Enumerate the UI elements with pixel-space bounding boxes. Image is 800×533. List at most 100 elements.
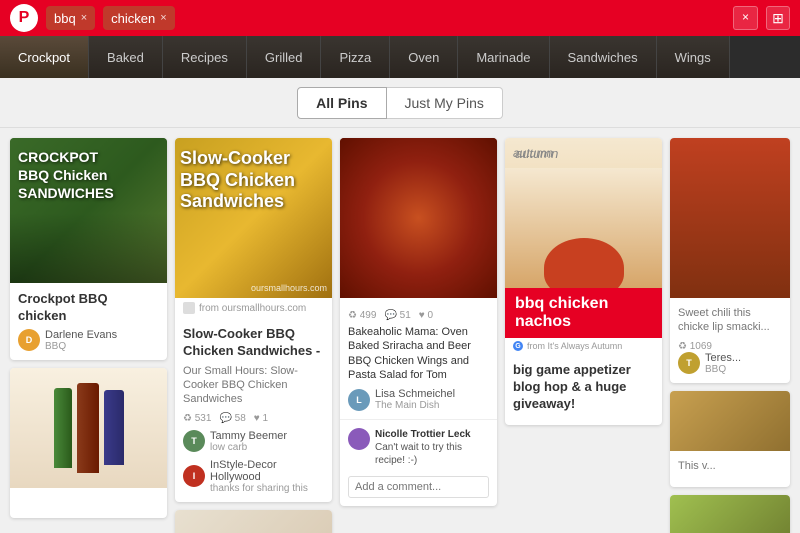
comment-input-wings[interactable] [348,476,489,498]
pin-info-autumn: big game appetizer blog hop & a huge giv… [505,354,662,425]
category-grilled[interactable]: Grilled [247,36,322,78]
avatar-lisa: L [348,389,370,411]
pin-image-slowcooker: Slow-CookerBBQ ChickenSandwiches [175,138,332,298]
pinterest-logo[interactable]: P [10,4,38,32]
avatar-teres: T [678,352,700,374]
pin-meta-wings: L Lisa Schmeichel The Main Dish [348,388,489,411]
pin-card-autumn-nachos[interactable]: autumn bbq chicken nachos G from It's Al… [505,138,662,425]
pin-column-3: ♻ 499 💬 51 ♥ 0 Bakeaholic Mama: Oven Bak… [340,138,497,523]
category-bar: Crockpot Baked Recipes Grilled Pizza Ove… [0,36,800,78]
remove-tag-chicken[interactable]: × [160,12,166,24]
category-marinade[interactable]: Marinade [458,36,549,78]
pin-meta-crockpot: D Darlene Evans BBQ [18,329,159,352]
pin-title-slowcooker: Slow-Cooker BBQ Chicken Sandwiches - [183,326,324,360]
category-baked[interactable]: Baked [89,36,163,78]
like-stat: ♥ 1 [254,413,268,424]
pin-image-autumn: autumn [505,138,662,288]
pin-image-crockpot: CROCKPOTBBQ ChickenSANDWICHES high heels… [10,138,167,283]
category-pizza[interactable]: Pizza [321,36,390,78]
close-search-button[interactable]: × [733,6,758,30]
pin-card-sweet-chili[interactable]: Sweet chili this chicke lip smacki... ♻ … [670,138,790,383]
slowcooker-overlay-text: Slow-CookerBBQ ChickenSandwiches [180,148,327,213]
pin-image-team [670,391,790,451]
nachos-label-overlay: bbq chicken nachos [505,288,662,338]
pin-image-sweet-chili [670,138,790,298]
pin-desc-slowcooker: Our Small Hours: Slow-Cooker BBQ Chicken… [183,364,324,407]
pin-card-slowcooker[interactable]: Slow-CookerBBQ ChickenSandwiches from ou… [175,138,332,502]
like-stat-wings: ♥ 0 [419,310,433,321]
pin-column-2: Slow-CookerBBQ ChickenSandwiches from ou… [175,138,332,523]
grid-icon: ⊞ [772,10,784,27]
pin-grid: CROCKPOTBBQ ChickenSANDWICHES high heels… [0,128,800,533]
category-wings[interactable]: Wings [657,36,730,78]
pin-user-darlene: Darlene Evans [45,329,117,341]
crockpot-overlay-text: CROCKPOTBBQ ChickenSANDWICHES [18,148,159,203]
category-recipes[interactable]: Recipes [163,36,247,78]
pin-card-team-bbq[interactable]: This v... [670,391,790,487]
pin-desc-sweet-chili: Sweet chili this chicke lip smacki... [678,306,782,335]
search-tag-chicken[interactable]: chicken × [103,6,175,30]
repin-stat-wings: ♻ 499 [348,310,376,321]
pin-meta-instyle: I InStyle-Decor Hollywood thanks for sha… [183,459,324,494]
avatar-instyle: I [183,465,205,487]
pin-card-bottles[interactable] [10,368,167,518]
pin-user-lisa: Lisa Schmeichel [375,388,455,400]
pin-info-slowcooker: Slow-Cooker BBQ Chicken Sandwiches - Our… [175,318,332,502]
autumn-label: autumn [505,138,662,168]
pin-board-tammy: low carb [210,442,287,453]
pin-stats-wings: ♻ 499 💬 51 ♥ 0 [348,310,489,321]
comment-section-wings: Nicolle Trottier Leck Can't wait to try … [340,419,497,506]
pin-info-sweet-chili: Sweet chili this chicke lip smacki... ♻ … [670,298,790,383]
pin-meta-sweet-chili: T Teres... BBQ [678,352,782,375]
pin-board-teres: BBQ [705,364,741,375]
pin-board-darlene: BBQ [45,341,117,352]
category-sandwiches[interactable]: Sandwiches [550,36,657,78]
pin-column-1: CROCKPOTBBQ ChickenSANDWICHES high heels… [10,138,167,523]
pin-info-team: This v... [670,451,790,487]
crockpot-source-text: high heels and grills [18,268,98,278]
comment-stat: 💬 58 [219,413,245,424]
pin-stats-sweet-chili: ♻ 1069 [678,341,782,352]
pin-card-wings[interactable]: ♻ 499 💬 51 ♥ 0 Bakeaholic Mama: Oven Bak… [340,138,497,506]
grid-view-button[interactable]: ⊞ [766,6,790,30]
pin-source-slowcooker: from oursmallhours.com [175,298,332,318]
just-my-pins-button[interactable]: Just My Pins [387,87,503,119]
search-tag-bbq[interactable]: bbq × [46,6,95,30]
top-bar-right: × ⊞ [733,6,790,30]
from-g-icon: G [513,341,523,351]
bottle-2 [77,383,99,473]
all-pins-button[interactable]: All Pins [297,87,386,119]
pin-info-bottles [10,488,167,518]
pin-card-crockpot2[interactable]: Crockpot [175,510,332,533]
pin-user-teres: Teres... [705,352,741,364]
pin-card-tasty[interactable]: Tasty is this... and th... [670,495,790,533]
top-bar: P bbq × chicken × × ⊞ [0,0,800,36]
repin-stat-sweet: ♻ 1069 [678,341,712,352]
comment-text-nicolle: Nicolle Trottier Leck Can't wait to try … [375,428,489,467]
pin-image-crockpot2: Crockpot [175,510,332,533]
pin-image-bottles [10,368,167,488]
pin-title-crockpot: Crockpot BBQ chicken [18,291,159,325]
pin-column-5: Sweet chili this chicke lip smacki... ♻ … [670,138,790,523]
pin-title-autumn: big game appetizer blog hop & a huge giv… [513,362,654,413]
avatar-tammy: T [183,430,205,452]
pin-user-instyle: InStyle-Decor Hollywood [210,459,324,483]
pin-image-wings [340,138,497,298]
from-badge-autumn: G from It's Always Autumn [505,338,662,354]
remove-tag-bbq[interactable]: × [81,12,87,24]
repin-stat: ♻ 531 [183,413,211,424]
pin-info-crockpot: Crockpot BBQ chicken D Darlene Evans BBQ [10,283,167,360]
pin-board-instyle: thanks for sharing this [210,483,324,494]
avatar-darlene: D [18,329,40,351]
pin-desc-team: This v... [678,459,782,473]
bottle-3 [104,390,124,465]
comment-stat-wings: 💬 51 [384,310,410,321]
category-crockpot[interactable]: Crockpot [0,36,89,78]
filter-bar: All Pins Just My Pins [0,78,800,128]
wings-gradient [340,138,497,298]
commenter-avatar-nicolle [348,428,370,450]
source-favicon [183,302,195,314]
pin-user-tammy: Tammy Beemer [210,430,287,442]
pin-card-crockpot-sandwich[interactable]: CROCKPOTBBQ ChickenSANDWICHES high heels… [10,138,167,360]
category-oven[interactable]: Oven [390,36,458,78]
